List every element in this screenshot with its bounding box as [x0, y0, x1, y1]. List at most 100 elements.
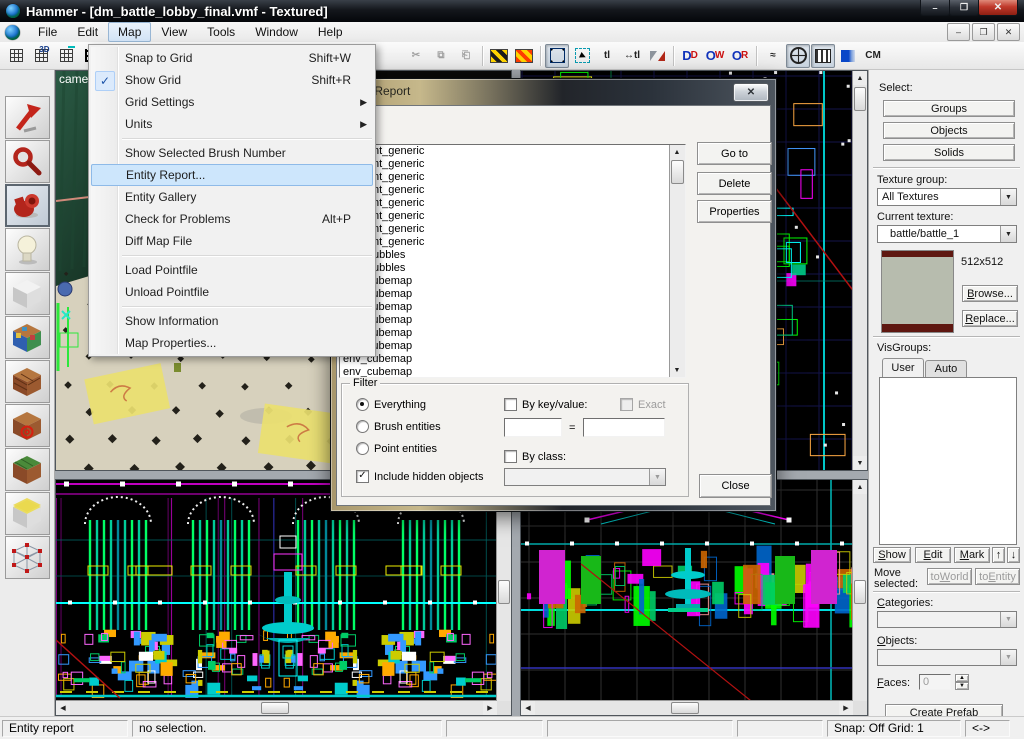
texture-group-combobox[interactable]: All Textures▼	[877, 188, 1017, 206]
vertex-manipulation-tool-icon[interactable]	[5, 536, 50, 579]
select-groups-button[interactable]: Groups	[883, 100, 1015, 117]
scroll-up-icon[interactable]: ▲	[853, 480, 867, 494]
flip-objects-icon[interactable]	[645, 44, 669, 68]
entity-list-item[interactable]: ambient_generic	[340, 236, 685, 249]
scroll-thumb[interactable]	[498, 580, 510, 604]
scroll-left-icon[interactable]: ◀	[521, 701, 535, 715]
menu-item-unload-pointfile[interactable]: Unload Pointfile	[91, 281, 373, 303]
entity-list-item[interactable]: env_cubemap	[340, 366, 685, 378]
menu-item-units[interactable]: Units▶	[91, 113, 373, 135]
scrollbar-vertical[interactable]: ▲ ▼	[496, 480, 511, 715]
filter-everything-radio[interactable]: Everything	[356, 398, 426, 411]
scroll-up-icon[interactable]: ▲	[670, 145, 684, 159]
dialog-titlebar[interactable]: Entity Report	[331, 79, 776, 103]
texture-lock-icon[interactable]: tl	[595, 44, 619, 68]
apply-decals-tool-icon[interactable]	[5, 404, 50, 447]
minimize-button[interactable]: –	[920, 0, 950, 16]
filter-brush-radio[interactable]: Brush entities	[356, 420, 441, 433]
entity-list-item[interactable]: env_cubemap	[340, 327, 685, 340]
displacement-mask-icon[interactable]: ≈	[761, 44, 785, 68]
apply-current-texture-tool-icon[interactable]	[5, 360, 50, 403]
visgroup-show-button[interactable]: Show	[873, 547, 911, 563]
value-input[interactable]	[583, 418, 665, 437]
hatch-nodraw-icon[interactable]	[811, 44, 835, 68]
entity-list-item[interactable]: env_cubemap	[340, 275, 685, 288]
objects-combobox[interactable]: ▼	[877, 649, 1017, 666]
smaller-grid-icon[interactable]	[54, 44, 78, 68]
block-tool-icon[interactable]	[5, 272, 50, 315]
entity-list-item[interactable]: env_bubbles	[340, 262, 685, 275]
categories-combobox[interactable]: ▼	[877, 611, 1017, 628]
mdi-restore-button[interactable]: ❐	[972, 23, 995, 41]
browse-button[interactable]: Browse...	[962, 285, 1018, 302]
menu-item-load-pointfile[interactable]: Load Pointfile	[91, 259, 373, 281]
by-keyvalue-checkbox[interactable]: By key/value:	[504, 398, 587, 411]
menu-item-snap-to-grid[interactable]: Snap to GridShift+W	[91, 47, 373, 69]
clipping-tool-icon[interactable]	[5, 492, 50, 535]
goto-button[interactable]: Go to	[697, 142, 772, 165]
toggle-grid-icon[interactable]	[4, 44, 28, 68]
titlebar[interactable]: Hammer - [dm_battle_lobby_final.vmf - Te…	[0, 0, 1024, 22]
faces-spin-up-icon[interactable]: ▲	[955, 674, 969, 682]
sphere-helpers-icon[interactable]	[786, 44, 810, 68]
overlay-tool-icon[interactable]	[5, 448, 50, 491]
toentity-button[interactable]: toEntity	[975, 568, 1020, 585]
entity-tool-icon[interactable]	[5, 228, 50, 271]
entity-list-item[interactable]: env_cubemap	[340, 301, 685, 314]
paste-icon[interactable]: ⎗	[454, 44, 478, 68]
camera-tool-icon[interactable]	[5, 184, 50, 227]
toggle-3d-grid-icon[interactable]: 3D	[29, 44, 53, 68]
menu-item-entity-gallery[interactable]: Entity Gallery	[91, 186, 373, 208]
menu-item-entity-report[interactable]: Entity Report...	[91, 164, 373, 186]
menu-view[interactable]: View	[151, 22, 197, 42]
current-texture-combobox[interactable]: battle/battle_1▼	[877, 225, 1017, 243]
menu-item-show-selected-brush-number[interactable]: Show Selected Brush Number	[91, 142, 373, 164]
move-down-icon[interactable]: ↓	[1007, 547, 1020, 563]
toworld-button[interactable]: toWorld	[927, 568, 972, 585]
replace-button[interactable]: Replace...	[962, 310, 1018, 327]
scroll-down-icon[interactable]: ▼	[670, 363, 684, 377]
select-touching-icon[interactable]	[570, 44, 594, 68]
menu-file[interactable]: File	[28, 22, 67, 42]
fade-preview-icon[interactable]	[836, 44, 860, 68]
create-prefab-button[interactable]: Create Prefab	[885, 704, 1003, 716]
viewport-2d-front[interactable]: ▲ ▼ ◀ ▶	[55, 479, 512, 716]
menu-map[interactable]: Map	[108, 22, 151, 42]
entity-list-item[interactable]: env_cubemap	[340, 314, 685, 327]
menu-window[interactable]: Window	[245, 22, 308, 42]
cut-icon[interactable]: ✂	[404, 44, 428, 68]
menu-item-diff-map-file[interactable]: Diff Map File	[91, 230, 373, 252]
key-input[interactable]	[504, 418, 562, 437]
entity-list-item[interactable]: ambient_generic	[340, 197, 685, 210]
entity-list-item[interactable]: ambient_generic	[340, 171, 685, 184]
scroll-left-icon[interactable]: ◀	[56, 701, 70, 715]
entity-list-item[interactable]: env_cubemap	[340, 288, 685, 301]
faces-input[interactable]: 0	[919, 674, 951, 690]
carve-icon[interactable]	[487, 44, 511, 68]
close-button[interactable]: ✕	[978, 0, 1018, 16]
entity-list-item[interactable]: ambient_generic	[340, 184, 685, 197]
tab-user[interactable]: User	[882, 358, 924, 377]
scrollbar-vertical[interactable]: ▲ ▼	[852, 71, 867, 470]
scroll-up-icon[interactable]: ▲	[853, 71, 867, 85]
include-hidden-checkbox[interactable]: ✓Include hidden objects	[356, 470, 483, 483]
menu-item-grid-settings[interactable]: Grid Settings▶	[91, 91, 373, 113]
properties-button[interactable]: Properties	[697, 200, 772, 223]
menu-item-show-information[interactable]: Show Information	[91, 310, 373, 332]
scroll-right-icon[interactable]: ▶	[839, 701, 853, 715]
filter-point-radio[interactable]: Point entities	[356, 442, 437, 455]
tab-auto[interactable]: Auto	[925, 360, 967, 377]
group-icon[interactable]	[512, 44, 536, 68]
visgroups-list[interactable]	[879, 377, 1017, 545]
menu-help[interactable]: Help	[308, 22, 353, 42]
entity-list-item[interactable]: ambient_generic	[340, 158, 685, 171]
selection-tool-icon[interactable]	[5, 96, 50, 139]
magnify-tool-icon[interactable]	[5, 140, 50, 183]
entity-list-item[interactable]: env_cubemap	[340, 340, 685, 353]
visgroup-edit-button[interactable]: Edit	[915, 547, 951, 563]
scrollbar-horizontal[interactable]: ◀ ▶	[521, 700, 853, 715]
toggle-selection-bounds-icon[interactable]	[545, 44, 569, 68]
menu-item-map-properties[interactable]: Map Properties...	[91, 332, 373, 354]
move-up-icon[interactable]: ↑	[992, 547, 1005, 563]
entity-list-item[interactable]: env_cubemap	[340, 353, 685, 366]
